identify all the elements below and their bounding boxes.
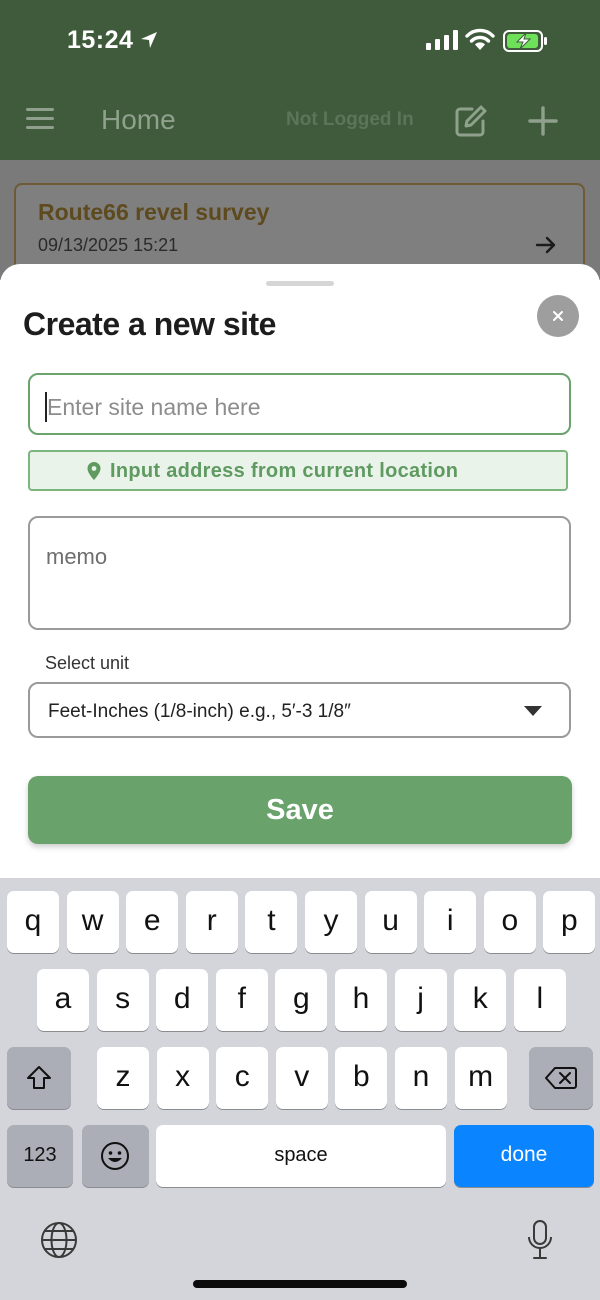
key-p[interactable]: p	[543, 891, 596, 953]
key-b[interactable]: b	[335, 1047, 388, 1109]
app-header: 15:24 Home Not Logged In	[0, 0, 600, 160]
key-j[interactable]: j	[394, 969, 447, 1031]
close-icon	[553, 311, 563, 321]
globe-icon[interactable]	[40, 1221, 78, 1259]
key-n[interactable]: n	[395, 1047, 447, 1109]
key-y[interactable]: y	[305, 891, 357, 953]
sheet-title: Create a new site	[23, 306, 276, 342]
sheet-grabber[interactable]	[266, 281, 334, 286]
create-site-sheet: Create a new site Enter site name here I…	[0, 264, 600, 884]
memo-textarea[interactable]: memo	[28, 516, 571, 630]
battery-charging-icon	[503, 30, 547, 52]
current-location-button[interactable]: Input address from current location	[28, 450, 568, 491]
shift-icon	[27, 1066, 51, 1089]
backspace-key[interactable]	[529, 1047, 593, 1109]
microphone-icon[interactable]	[526, 1219, 554, 1261]
key-q[interactable]: q	[7, 891, 59, 953]
unit-select[interactable]: Feet-Inches (1/8-inch) e.g., 5′-3 1/8″	[28, 682, 571, 738]
key-m[interactable]: m	[454, 1047, 507, 1109]
unit-selected-value: Feet-Inches (1/8-inch) e.g., 5′-3 1/8″	[48, 701, 351, 722]
cellular-signal-icon	[426, 30, 458, 50]
key-v[interactable]: v	[275, 1047, 328, 1109]
emoji-key[interactable]	[82, 1125, 149, 1187]
key-t[interactable]: t	[245, 891, 298, 953]
home-indicator	[193, 1280, 407, 1288]
key-x[interactable]: x	[156, 1047, 209, 1109]
key-z[interactable]: z	[97, 1047, 149, 1109]
page-title: Home	[101, 104, 176, 135]
wifi-icon	[465, 28, 495, 50]
key-c[interactable]: c	[216, 1047, 269, 1109]
on-screen-keyboard: qwertyuiop asdfghjkl zxcvbnm 123 space d…	[0, 878, 600, 1300]
current-location-label: Input address from current location	[110, 460, 459, 482]
survey-title: Route66 revel survey	[38, 199, 270, 225]
key-a[interactable]: a	[37, 969, 89, 1031]
key-r[interactable]: r	[185, 891, 238, 953]
key-u[interactable]: u	[364, 891, 417, 953]
site-name-input[interactable]: Enter site name here	[28, 373, 571, 435]
key-w[interactable]: w	[66, 891, 119, 953]
status-time: 15:24	[67, 26, 134, 54]
emoji-icon	[101, 1142, 129, 1170]
unit-label: Select unit	[45, 653, 130, 673]
shift-key[interactable]	[7, 1047, 71, 1109]
key-d[interactable]: d	[156, 969, 209, 1031]
numbers-key[interactable]: 123	[7, 1125, 73, 1187]
key-e[interactable]: e	[126, 891, 179, 953]
done-key[interactable]: done	[454, 1125, 594, 1187]
text-caret	[45, 392, 47, 422]
key-l[interactable]: l	[513, 969, 566, 1031]
key-k[interactable]: k	[454, 969, 507, 1031]
memo-placeholder: memo	[46, 544, 108, 569]
location-arrow-icon	[141, 32, 157, 48]
dropdown-arrow-icon	[524, 706, 542, 716]
arrow-right-icon[interactable]	[534, 233, 558, 257]
key-f[interactable]: f	[215, 969, 268, 1031]
edit-note-icon[interactable]	[454, 104, 488, 138]
hamburger-menu-icon[interactable]	[26, 108, 54, 132]
location-pin-icon	[87, 462, 101, 480]
site-name-placeholder: Enter site name here	[47, 394, 261, 420]
key-o[interactable]: o	[483, 891, 536, 953]
status-bar: 15:24	[0, 0, 600, 80]
survey-date: 09/13/2025 15:21	[38, 235, 179, 255]
close-button[interactable]	[537, 295, 579, 337]
save-label: Save	[266, 794, 334, 826]
key-g[interactable]: g	[275, 969, 328, 1031]
key-h[interactable]: h	[335, 969, 387, 1031]
key-i[interactable]: i	[424, 891, 477, 953]
key-s[interactable]: s	[96, 969, 149, 1031]
save-button[interactable]: Save	[28, 776, 572, 844]
plus-icon[interactable]	[527, 105, 559, 137]
login-status-text: Not Logged In	[286, 109, 414, 130]
space-key[interactable]: space	[156, 1125, 446, 1187]
backspace-icon	[545, 1067, 577, 1089]
